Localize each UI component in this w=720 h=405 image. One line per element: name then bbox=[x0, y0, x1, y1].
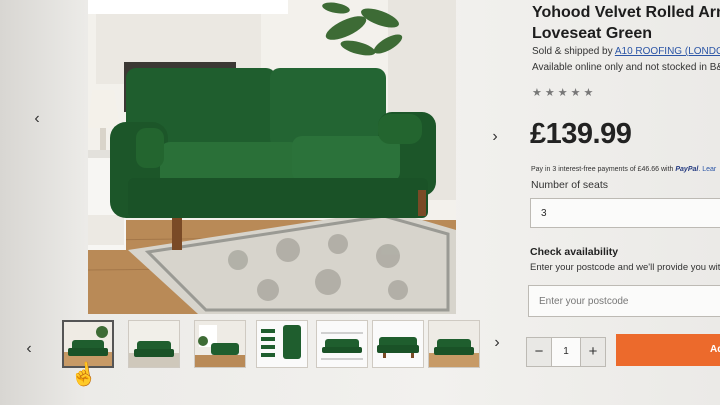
thumbnails-prev-button[interactable]: ‹ bbox=[20, 340, 38, 358]
availability-text: Available online only and not stocked in… bbox=[532, 62, 720, 73]
quantity-decrease-button[interactable]: − bbox=[526, 337, 552, 367]
sold-prefix: Sold & shipped by bbox=[532, 46, 615, 57]
postcode-input[interactable]: Enter your postcode bbox=[528, 285, 720, 317]
paypal-learn-link[interactable]: . Lear bbox=[698, 166, 716, 173]
seller-link[interactable]: A10 ROOFING (LONDON) L bbox=[615, 46, 720, 57]
add-to-basket-button[interactable]: Ad bbox=[616, 334, 720, 366]
quantity-increase-button[interactable]: + bbox=[580, 337, 606, 367]
seller-info: Sold & shipped by A10 ROOFING (LONDON) L bbox=[532, 46, 720, 57]
product-info-panel: Yohood Velvet Rolled Arm U Loveseat Gree… bbox=[522, 0, 720, 405]
main-product-image[interactable] bbox=[88, 0, 456, 314]
quantity-stepper: − 1 + bbox=[526, 337, 606, 367]
thumbnail-6[interactable] bbox=[372, 320, 424, 368]
image-gallery: ‹ › ‹ › ☝ bbox=[0, 0, 512, 405]
thumbnail-5[interactable] bbox=[316, 320, 368, 368]
paypal-info: Pay in 3 interest-free payments of £46.6… bbox=[531, 166, 716, 173]
product-title: Yohood Velvet Rolled Arm U Loveseat Gree… bbox=[532, 2, 720, 44]
product-price: £139.99 bbox=[530, 118, 632, 150]
product-title-line1: Yohood Velvet Rolled Arm U bbox=[532, 4, 720, 21]
quantity-value[interactable]: 1 bbox=[552, 337, 580, 367]
seats-select[interactable]: 3 bbox=[530, 198, 720, 228]
gallery-next-button[interactable]: › bbox=[486, 128, 504, 146]
gallery-prev-button[interactable]: ‹ bbox=[28, 110, 46, 128]
paypal-logo: PayPal bbox=[675, 166, 699, 173]
thumbnails-next-button[interactable]: › bbox=[488, 334, 506, 352]
rating-stars[interactable]: ★★★★★ bbox=[532, 86, 596, 99]
product-title-line2: Loveseat Green bbox=[532, 25, 653, 42]
product-page: ‹ › ‹ › ☝ Yohood Velvet Rolled Ar Lovese… bbox=[0, 0, 720, 405]
paypal-text: Pay in 3 interest-free payments of £46.6… bbox=[531, 166, 676, 173]
hand-pointer-icon: ☝ bbox=[68, 360, 99, 389]
thumbnail-3[interactable] bbox=[194, 320, 246, 368]
thumbnail-strip: ‹ › bbox=[26, 318, 500, 378]
thumbnail-2[interactable] bbox=[128, 320, 180, 368]
seats-label: Number of seats bbox=[531, 179, 609, 191]
thumbnail-4[interactable] bbox=[256, 320, 308, 368]
sofa-photo bbox=[88, 0, 456, 314]
thumbnail-7[interactable] bbox=[428, 320, 480, 368]
check-availability-text: Enter your postcode and we'll provide yo… bbox=[530, 262, 720, 273]
check-availability-title: Check availability bbox=[530, 246, 619, 258]
